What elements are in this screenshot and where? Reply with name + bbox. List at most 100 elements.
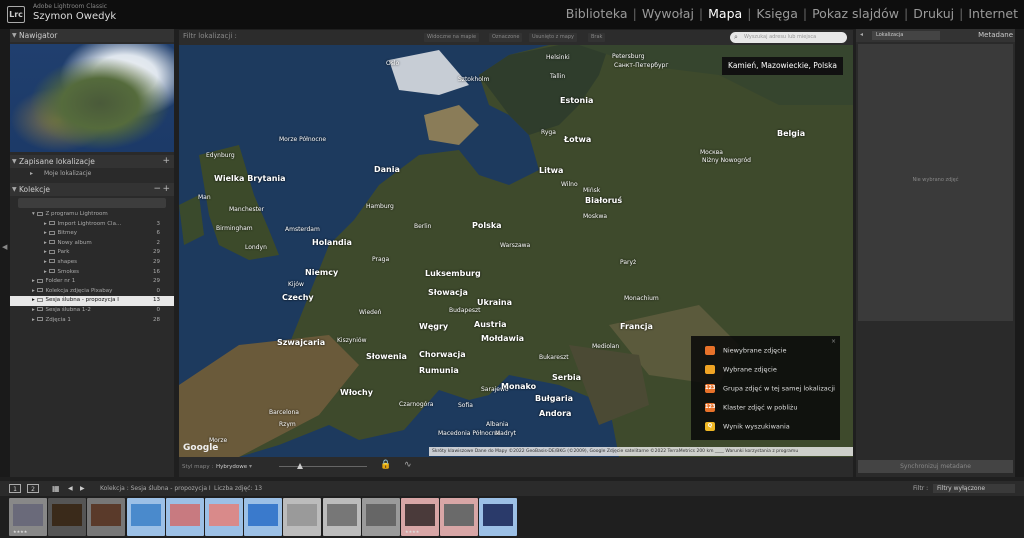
remove-collection-icon[interactable]: −: [153, 183, 161, 196]
star-rating: ★★★★: [405, 529, 420, 534]
metadata-header: ◂ Lokalizacja Metadane: [856, 29, 1015, 42]
expand-icon[interactable]: ◂: [860, 31, 863, 38]
navigator-map-preview[interactable]: [10, 44, 174, 152]
filmstrip-thumbnail[interactable]: [479, 498, 518, 536]
collection-row[interactable]: ▸ Sesja ślubna 1-2 0: [10, 306, 174, 316]
map-place-label: Rumunia: [419, 366, 459, 375]
module-1[interactable]: Biblioteka: [566, 6, 628, 21]
filter-tagged-button[interactable]: Oznaczone: [489, 33, 523, 42]
back-arrow-icon[interactable]: ◀: [68, 484, 73, 493]
module-4[interactable]: Księga: [756, 6, 797, 21]
folder-icon: [48, 249, 55, 254]
module-5[interactable]: Pokaz slajdów: [812, 6, 899, 21]
close-icon[interactable]: ×: [831, 338, 836, 345]
filmstrip-thumbnail[interactable]: [205, 498, 243, 536]
my-locations-row[interactable]: ▸ Moje lokalizacje: [10, 168, 174, 179]
disclosure-triangle-icon: ▼: [12, 186, 17, 193]
filmstrip-thumbnail[interactable]: ★★★★: [9, 498, 47, 536]
map-place-label: Berlin: [414, 223, 432, 230]
map-place-label: Sztokholm: [458, 76, 490, 83]
navigator-header[interactable]: ▼ Nawigator: [10, 29, 174, 42]
filter-removed-button[interactable]: Usunięto z mapy: [529, 33, 577, 42]
filmstrip-thumbnail[interactable]: [283, 498, 322, 536]
filmstrip-thumbnail[interactable]: [87, 498, 126, 536]
module-3[interactable]: Mapa: [708, 6, 742, 21]
saved-locations-title: Zapisane lokalizacje: [19, 157, 95, 166]
map-place-label: Bułgaria: [535, 394, 573, 403]
map-place-label: Londyn: [245, 244, 267, 251]
filmstrip-bar: 1 2 ▦ ◀ ▶ Kolekcja : Sesja ślubna - prop…: [0, 481, 1024, 496]
add-location-icon[interactable]: +: [162, 155, 170, 168]
collection-label: Kolekcja zdjęcia Pixabay: [45, 287, 113, 294]
module-separator: |: [747, 6, 752, 21]
breadcrumb[interactable]: Kolekcja : Sesja ślubna - propozycja I: [100, 484, 211, 493]
right-panel-toggle[interactable]: [1015, 29, 1024, 477]
module-picker: Biblioteka | Wywołaj | Mapa | Księga | Pokaz sla…: [566, 6, 1018, 21]
collection-label: Nowy album: [57, 239, 92, 246]
filmstrip-thumbnail[interactable]: [322, 498, 361, 536]
collection-row[interactable]: ▸ Park 29: [10, 248, 174, 258]
forward-arrow-icon[interactable]: ▶: [80, 484, 85, 493]
filter-select[interactable]: Filtry wyłączone: [933, 484, 1015, 493]
collections-search-input[interactable]: [18, 198, 166, 208]
collection-row[interactable]: ▸ Zdjęcia 1 28: [10, 316, 174, 326]
collection-count: 29: [153, 258, 160, 265]
map-place-label: Francja: [620, 322, 653, 331]
module-7[interactable]: Internet: [968, 6, 1018, 21]
collection-count: 29: [153, 278, 160, 285]
map-filter-bar: Filtr lokalizacji : Widoczne na mapie Oz…: [179, 30, 853, 45]
lock-markers-icon[interactable]: 🔒: [380, 460, 391, 470]
page-2-button[interactable]: 2: [27, 484, 39, 493]
zoom-slider[interactable]: [279, 466, 367, 467]
module-2[interactable]: Wywołaj: [642, 6, 694, 21]
left-panel-toggle[interactable]: ◀: [0, 29, 10, 477]
filmstrip-thumbnail[interactable]: [165, 498, 204, 536]
filmstrip-thumbnail[interactable]: [244, 498, 283, 536]
map-marker-icon: [705, 346, 715, 355]
map-search-input[interactable]: ⌕ Wyszukaj adresu lub miejsca: [730, 32, 847, 43]
location-filter-label: Filtr lokalizacji :: [183, 32, 237, 40]
folder-icon: [48, 221, 55, 226]
collection-row[interactable]: ▸ Nowy album 2: [10, 239, 174, 249]
page-1-button[interactable]: 1: [9, 484, 21, 493]
map-style-select[interactable]: Hybrydowe: [216, 464, 247, 470]
map-place-label: Monako: [501, 382, 537, 391]
map-place-label: Kijów: [288, 281, 304, 288]
collection-row[interactable]: ▸ Kolekcja zdjęcia Pixabay 0: [10, 287, 174, 297]
filmstrip-thumbnail[interactable]: [48, 498, 87, 536]
filmstrip-thumbnail[interactable]: [361, 498, 400, 536]
satellite-map[interactable]: Oslo Helsinki Petersburg Санкт-Петербург Szt…: [179, 45, 853, 457]
map-place-label: Man: [198, 194, 211, 201]
sync-metadata-button[interactable]: Synchronizuj metadane: [858, 460, 1013, 473]
collection-row[interactable]: ▸ Smokes 16: [10, 268, 174, 278]
collection-row[interactable]: ▸ Sesja ślubna - propozycja I 13: [10, 296, 174, 306]
collections-header[interactable]: ▼ Kolekcje − +: [10, 183, 174, 196]
saved-locations-header[interactable]: ▼ Zapisane lokalizacje +: [10, 155, 174, 168]
google-logo: Google: [183, 443, 219, 453]
grid-view-icon[interactable]: ▦: [52, 484, 60, 493]
tracklog-icon[interactable]: ∿: [404, 460, 412, 470]
thumbnail-image: [169, 504, 200, 526]
map-place-label: Macedonia Północna: [438, 430, 500, 437]
module-6[interactable]: Drukuj: [913, 6, 954, 21]
folder-icon: [36, 211, 43, 216]
collections-tree: ▾ Z programu Lightroom ▸ Import Lightroom…: [10, 210, 174, 325]
map-place-label: Rzym: [279, 421, 296, 428]
collection-row[interactable]: ▸ shapes 29: [10, 258, 174, 268]
add-collection-icon[interactable]: +: [162, 183, 170, 196]
collection-row[interactable]: ▸ Folder nr 1 29: [10, 277, 174, 287]
map-place-label: Polska: [472, 221, 502, 230]
collection-row[interactable]: ▸ Import Lightroom Cla... 3: [10, 220, 174, 230]
collection-count: 29: [153, 249, 160, 256]
map-place-label: Sofia: [458, 402, 473, 409]
thumbnail-image: [405, 504, 435, 526]
metadata-title: Metadane: [978, 31, 1013, 39]
filmstrip-thumbnail[interactable]: [440, 498, 479, 536]
metadata-preset-select[interactable]: Lokalizacja: [872, 31, 940, 40]
filter-none-button[interactable]: Brak: [588, 33, 606, 42]
filmstrip-thumbnail[interactable]: ★★★★: [401, 498, 439, 536]
filter-visible-button[interactable]: Widoczne na mapie: [424, 33, 480, 42]
collection-row[interactable]: ▾ Z programu Lightroom: [10, 210, 174, 220]
collection-row[interactable]: ▸ Bitmey 6: [10, 229, 174, 239]
filmstrip-thumbnail[interactable]: [126, 498, 165, 536]
